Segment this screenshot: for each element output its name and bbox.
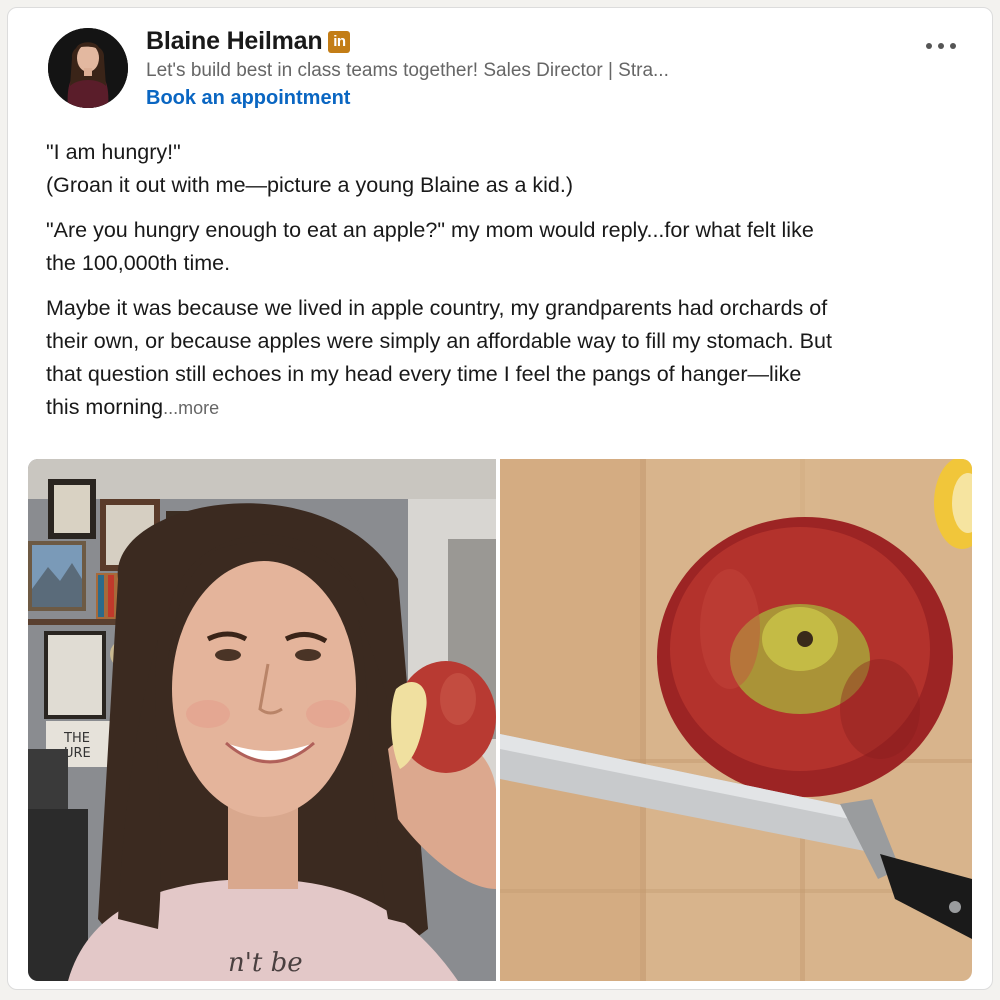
text-line: "Are you hungry enough to eat an apple?"… (46, 218, 814, 242)
post-card: Blaine Heilman in Let's build best in cl… (7, 7, 993, 990)
paragraph-1: "I am hungry!" (Groan it out with me—pic… (46, 136, 946, 202)
text-line: this morning (46, 395, 164, 419)
linkedin-badge-icon: in (328, 30, 351, 53)
post-text: "I am hungry!" (Groan it out with me—pic… (46, 136, 946, 437)
more-options-icon[interactable] (918, 34, 964, 58)
poster-text: THE (63, 731, 90, 746)
book-appointment-link[interactable]: Book an appointment (146, 87, 350, 110)
text-line: their own, or because apples were simply… (46, 329, 832, 353)
photo-apple-and-knife[interactable] (500, 459, 972, 981)
shirt-text: n't be (228, 948, 303, 978)
paragraph-3: Maybe it was because we lived in apple c… (46, 292, 946, 425)
photo-woman-eating-apple[interactable]: THE URE n't be (28, 459, 496, 981)
author-name[interactable]: Blaine Heilman (146, 27, 323, 56)
paragraph-2: "Are you hungry enough to eat an apple?"… (46, 214, 946, 280)
text-line: (Groan it out with me—picture a young Bl… (46, 173, 574, 197)
author-headline: Let's build best in class teams together… (146, 60, 669, 81)
post-media: THE URE n't be (28, 459, 972, 981)
text-line: Maybe it was because we lived in apple c… (46, 296, 828, 320)
svg-text:URE: URE (64, 746, 91, 761)
see-more-link[interactable]: ...more (163, 398, 219, 418)
author-row: Blaine Heilman in (146, 27, 351, 56)
text-line: the 100,000th time. (46, 251, 231, 275)
author-avatar[interactable] (48, 28, 128, 108)
text-line: that question still echoes in my head ev… (46, 362, 802, 386)
text-line: "I am hungry!" (46, 140, 181, 164)
